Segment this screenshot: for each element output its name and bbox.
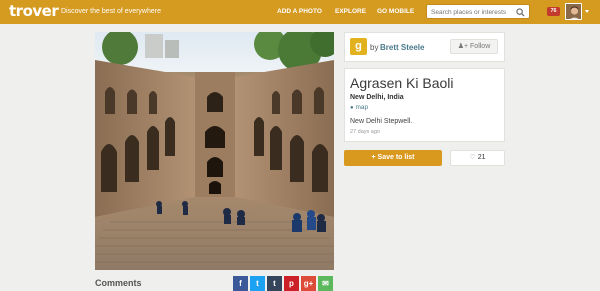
map-link[interactable]: ● map xyxy=(350,104,368,111)
search-box[interactable] xyxy=(426,4,530,19)
map-link-label: map xyxy=(355,104,369,111)
email-share-button[interactable]: ✉ xyxy=(318,276,333,291)
tumblr-share-button[interactable]: t xyxy=(267,276,282,291)
follow-button[interactable]: ♟+ Follow xyxy=(450,39,498,54)
tagline: Discover the best of everywhere xyxy=(61,8,161,15)
top-navigation-bar: trover Discover the best of everywhere A… xyxy=(0,0,600,24)
post-timestamp: 27 days ago xyxy=(350,129,380,135)
place-description: New Delhi Stepwell. xyxy=(350,118,413,125)
place-photo[interactable] xyxy=(95,32,334,270)
notification-badge[interactable]: 76 xyxy=(547,7,560,16)
search-input[interactable] xyxy=(431,7,515,17)
heart-icon: ♡ xyxy=(469,154,476,161)
twitter-share-button[interactable]: t xyxy=(250,276,265,291)
pinterest-share-button[interactable]: p xyxy=(284,276,299,291)
map-pin-icon: ● xyxy=(350,105,354,111)
follow-label: Follow xyxy=(470,43,491,50)
comments-heading: Comments xyxy=(95,278,142,288)
account-menu-chevron-down-icon[interactable] xyxy=(585,10,589,13)
owner-name-link[interactable]: Brett Steele xyxy=(380,43,424,52)
nav-add-photo[interactable]: ADD A PHOTO xyxy=(277,8,322,15)
user-avatar[interactable] xyxy=(565,3,582,20)
owner-by-label: by xyxy=(370,43,379,52)
google-plus-share-button[interactable]: g+ xyxy=(301,276,316,291)
owner-avatar[interactable]: g xyxy=(350,38,367,55)
place-title: Agrasen Ki Baoli xyxy=(350,75,454,91)
nav-explore[interactable]: EXPLORE xyxy=(335,8,366,15)
like-button[interactable]: ♡ 21 xyxy=(450,150,505,166)
search-icon[interactable] xyxy=(516,8,525,17)
nav-go-mobile[interactable]: GO MOBILE xyxy=(377,8,414,15)
trover-logo[interactable]: trover xyxy=(9,2,59,20)
facebook-share-button[interactable]: f xyxy=(233,276,248,291)
add-user-icon: ♟+ xyxy=(457,43,471,50)
place-location: New Delhi, India xyxy=(350,94,404,101)
like-count: 21 xyxy=(477,154,486,161)
save-to-list-button[interactable]: + Save to list xyxy=(344,150,442,166)
